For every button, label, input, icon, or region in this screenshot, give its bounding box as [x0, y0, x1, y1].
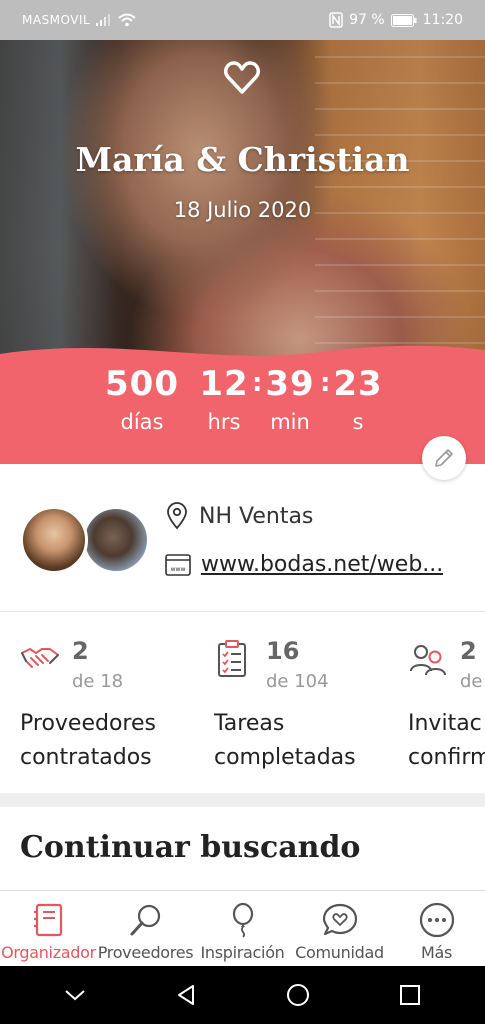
tab-comunidad[interactable]: Comunidad	[291, 891, 388, 966]
couple-names: María & Christian	[75, 140, 410, 179]
heart-icon	[224, 61, 260, 94]
avatar-user[interactable]	[20, 506, 88, 574]
countdown: 500 días 12 hrs : 39 min : 23 s	[0, 364, 485, 464]
countdown-separator: :	[320, 368, 331, 398]
signal-icon	[96, 14, 111, 26]
website-link[interactable]: www.bodas.net/web...	[201, 552, 443, 577]
wifi-icon	[118, 13, 136, 27]
battery-icon	[390, 13, 417, 27]
search-icon	[130, 904, 160, 936]
clock: 11:20	[422, 12, 463, 28]
tab-inspiracion[interactable]: Inspiración	[194, 891, 291, 966]
countdown-minutes: 39 min	[265, 364, 315, 434]
section-divider	[0, 793, 485, 807]
countdown-days: 500 días	[105, 364, 179, 434]
countdown-seconds: 23 s	[333, 364, 383, 434]
notebook-icon	[33, 903, 62, 937]
tab-organizador[interactable]: Organizador	[0, 891, 97, 966]
bottom-tab-bar: Organizador Proveedores Inspiración Comu…	[0, 890, 485, 966]
carrier-label: MASMOVIL	[22, 13, 91, 27]
svg-text:www: www	[171, 566, 186, 573]
edit-wedding-button[interactable]	[422, 436, 466, 480]
website-row[interactable]: www www.bodas.net/web...	[165, 552, 443, 577]
checklist-icon	[218, 640, 246, 677]
venue-name: NH Ventas	[199, 503, 314, 529]
recents-icon[interactable]	[399, 984, 421, 1006]
wedding-info: NH Ventas www www.bodas.net/web...	[0, 482, 485, 612]
nfc-icon	[329, 12, 343, 28]
venue-row[interactable]: NH Ventas	[165, 502, 313, 530]
back-icon[interactable]	[175, 983, 197, 1007]
balloon-icon	[232, 902, 253, 938]
progress-stats: 2 de 18 Proveedores contratados 16 de 104…	[20, 637, 485, 770]
guests-icon	[410, 645, 446, 676]
hero-cover-photo: María & Christian 18 Julio 2020 500 días…	[0, 40, 485, 464]
wedding-date: 18 Julio 2020	[173, 198, 312, 222]
status-bar: MASMOVIL 97 % 11:20	[0, 0, 485, 40]
home-icon[interactable]	[286, 983, 310, 1007]
more-icon	[419, 902, 454, 938]
chat-heart-icon	[322, 903, 357, 936]
battery-percent: 97 %	[349, 12, 385, 28]
pencil-icon	[435, 449, 453, 467]
location-pin-icon	[167, 502, 187, 530]
system-navigation-bar	[0, 966, 485, 1024]
avatar-partner[interactable]	[82, 506, 150, 574]
tab-mas[interactable]: Más	[388, 891, 485, 966]
chevron-down-icon[interactable]	[64, 988, 86, 1002]
handshake-icon	[21, 648, 59, 668]
countdown-hours: 12 hrs	[199, 364, 249, 434]
section-title: Continuar buscando	[20, 830, 361, 865]
browser-icon: www	[165, 553, 191, 576]
countdown-separator: :	[252, 368, 263, 398]
tab-proveedores[interactable]: Proveedores	[97, 891, 194, 966]
